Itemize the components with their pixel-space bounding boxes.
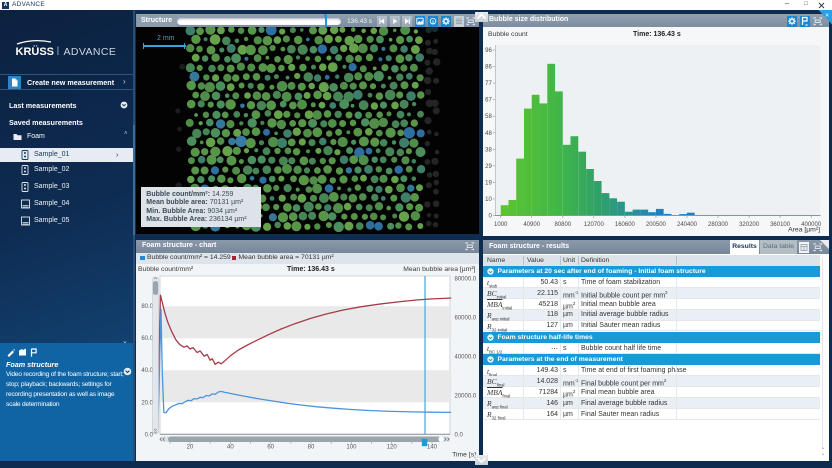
svg-text:60.0: 60.0	[141, 336, 153, 342]
svg-text:60: 60	[267, 444, 274, 450]
svg-text:20.0: 20.0	[141, 400, 153, 406]
svg-text:80000.0: 80000.0	[455, 277, 477, 283]
svg-text:80: 80	[308, 444, 315, 450]
svg-text:40.0: 40.0	[141, 368, 153, 374]
svg-text:10: 10	[485, 197, 492, 203]
svg-text:120700: 120700	[584, 222, 605, 228]
svg-text:200500: 200500	[646, 222, 667, 228]
svg-text:0.0: 0.0	[455, 432, 464, 438]
svg-text:67: 67	[485, 98, 492, 104]
svg-text:280300: 280300	[708, 222, 729, 228]
svg-text:140: 140	[427, 444, 438, 450]
svg-text:240400: 240400	[677, 222, 698, 228]
svg-text:120: 120	[387, 444, 398, 450]
svg-text:40: 40	[227, 444, 234, 450]
svg-text:Time [s]: Time [s]	[452, 452, 476, 459]
svg-text:i: i	[432, 19, 434, 25]
svg-text:19: 19	[485, 180, 492, 186]
svg-text:20: 20	[187, 444, 194, 450]
svg-text:29: 29	[485, 164, 492, 170]
svg-text:1000: 1000	[494, 222, 508, 228]
svg-text:38: 38	[485, 147, 492, 153]
svg-text:320200: 320200	[739, 222, 760, 228]
svg-text:60000.0: 60000.0	[455, 316, 477, 322]
svg-text:160600: 160600	[615, 222, 636, 228]
svg-text:58: 58	[485, 114, 492, 120]
svg-text:Area [µm²]: Area [µm²]	[788, 227, 820, 234]
svg-text:0.0: 0.0	[145, 432, 154, 438]
svg-text:100: 100	[346, 444, 357, 450]
svg-text:0: 0	[488, 214, 492, 220]
svg-text:96: 96	[485, 48, 492, 54]
svg-text:40900: 40900	[523, 222, 540, 228]
svg-text:80.0: 80.0	[141, 304, 153, 310]
svg-text:ADVANCE: ADVANCE	[64, 46, 117, 58]
svg-text:77: 77	[485, 81, 492, 87]
svg-text:KRÜSS: KRÜSS	[16, 45, 55, 58]
svg-text:80800: 80800	[554, 222, 571, 228]
svg-text:86: 86	[485, 65, 492, 71]
svg-text:40000.0: 40000.0	[455, 354, 477, 360]
svg-text:48: 48	[485, 131, 492, 137]
svg-text:20000.0: 20000.0	[455, 393, 477, 399]
svg-text:×: ×	[825, 13, 829, 20]
